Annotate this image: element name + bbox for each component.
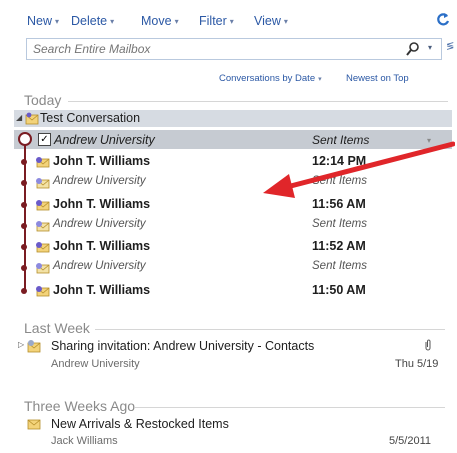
conversation-title: Test Conversation	[40, 111, 141, 125]
thread-dot	[21, 288, 27, 294]
annotation-arrow-icon	[263, 141, 455, 198]
thread-dot	[21, 244, 27, 250]
message-date: Thu 5/19	[395, 358, 439, 370]
refresh-icon[interactable]	[436, 12, 450, 28]
message-row[interactable]: Andrew University Sent Items	[14, 258, 444, 278]
thread-ring-icon	[18, 132, 32, 146]
view-menu[interactable]: View ▾	[254, 14, 288, 28]
sharing-invitation-icon	[27, 340, 41, 353]
thread-dot	[21, 180, 27, 186]
selected-message-sender: Andrew University	[54, 133, 155, 147]
message-sender: John T. Williams	[53, 283, 151, 297]
group-header-last-week: Last Week	[24, 320, 90, 336]
message-sender: Andrew University	[53, 218, 146, 230]
chevron-down-icon: ▾	[318, 76, 322, 83]
group-divider	[135, 407, 445, 408]
message-row[interactable]: Andrew University Sent Items	[14, 216, 444, 236]
envelope-icon	[36, 263, 50, 274]
message-row[interactable]: New Arrivals & Restocked Items Jack Will…	[14, 414, 444, 450]
group-divider	[68, 101, 448, 102]
chevron-down-icon: ▾	[174, 17, 179, 26]
thread-dot	[21, 265, 27, 271]
message-row[interactable]: John T. Williams 11:50 AM	[14, 281, 444, 301]
search-icon[interactable]	[405, 41, 421, 57]
message-sender: Andrew University	[53, 175, 146, 187]
envelope-icon	[36, 221, 50, 232]
message-sender: Jack Williams	[51, 435, 118, 447]
thread-dot	[21, 202, 27, 208]
group-divider	[95, 329, 445, 330]
message-time: 11:50 AM	[312, 283, 366, 297]
message-folder: Sent Items	[312, 218, 367, 230]
chevron-down-icon: ▾	[283, 17, 288, 26]
message-row[interactable]: John T. Williams 11:52 AM	[14, 237, 444, 257]
sort-order-button[interactable]: Newest on Top	[346, 73, 409, 84]
move-menu[interactable]: Move ▾	[141, 14, 179, 28]
message-row[interactable]: ▷ Sharing invitation: Andrew University …	[14, 336, 444, 374]
toolbar: New ▾ Delete ▾ Move ▾ Filter ▾ View ▾	[0, 8, 457, 32]
group-header-three-weeks-ago: Three Weeks Ago	[24, 398, 136, 414]
envelope-person-icon	[36, 286, 50, 297]
chevron-down-icon: ▾	[55, 17, 60, 26]
filter-menu[interactable]: Filter ▾	[199, 14, 234, 28]
delete-menu[interactable]: Delete ▾	[71, 14, 114, 28]
expand-triangle-icon[interactable]: ▷	[18, 340, 24, 349]
search-box: ▾	[26, 38, 442, 60]
chevron-down-icon: ▾	[110, 17, 115, 26]
envelope-icon	[36, 178, 50, 189]
conversation-envelope-icon	[25, 112, 39, 125]
chevron-down-icon[interactable]: ▾	[428, 43, 432, 52]
attachment-icon	[425, 339, 431, 351]
message-subject: Sharing invitation: Andrew University - …	[51, 339, 315, 353]
search-input[interactable]	[33, 40, 373, 57]
new-menu[interactable]: New ▾	[27, 14, 59, 28]
message-sender: John T. Williams	[53, 154, 151, 168]
message-date: 5/5/2011	[389, 435, 432, 447]
envelope-icon	[27, 419, 41, 430]
envelope-person-icon	[36, 242, 50, 253]
message-folder: Sent Items	[312, 260, 367, 272]
group-header-today: Today	[24, 92, 62, 108]
checkbox[interactable]: ✓	[38, 133, 51, 146]
message-sender: John T. Williams	[53, 197, 151, 211]
sort-by-menu[interactable]: Conversations by Date ▾	[219, 73, 322, 84]
message-sender: John T. Williams	[53, 239, 151, 253]
message-subject: New Arrivals & Restocked Items	[51, 417, 229, 431]
envelope-person-icon	[36, 200, 50, 211]
message-sender: Andrew University	[51, 358, 140, 370]
chevron-down-icon: ▾	[229, 17, 234, 26]
thread-dot	[21, 223, 27, 229]
collapse-triangle-icon[interactable]: ◢	[16, 113, 22, 122]
envelope-person-icon	[36, 157, 50, 168]
message-time: 11:52 AM	[312, 239, 366, 253]
conversation-header[interactable]: ◢ Test Conversation	[14, 110, 452, 127]
thread-dot	[21, 159, 27, 165]
message-sender: Andrew University	[53, 260, 146, 272]
collapse-chevron-icon[interactable]: ≶	[446, 41, 454, 52]
